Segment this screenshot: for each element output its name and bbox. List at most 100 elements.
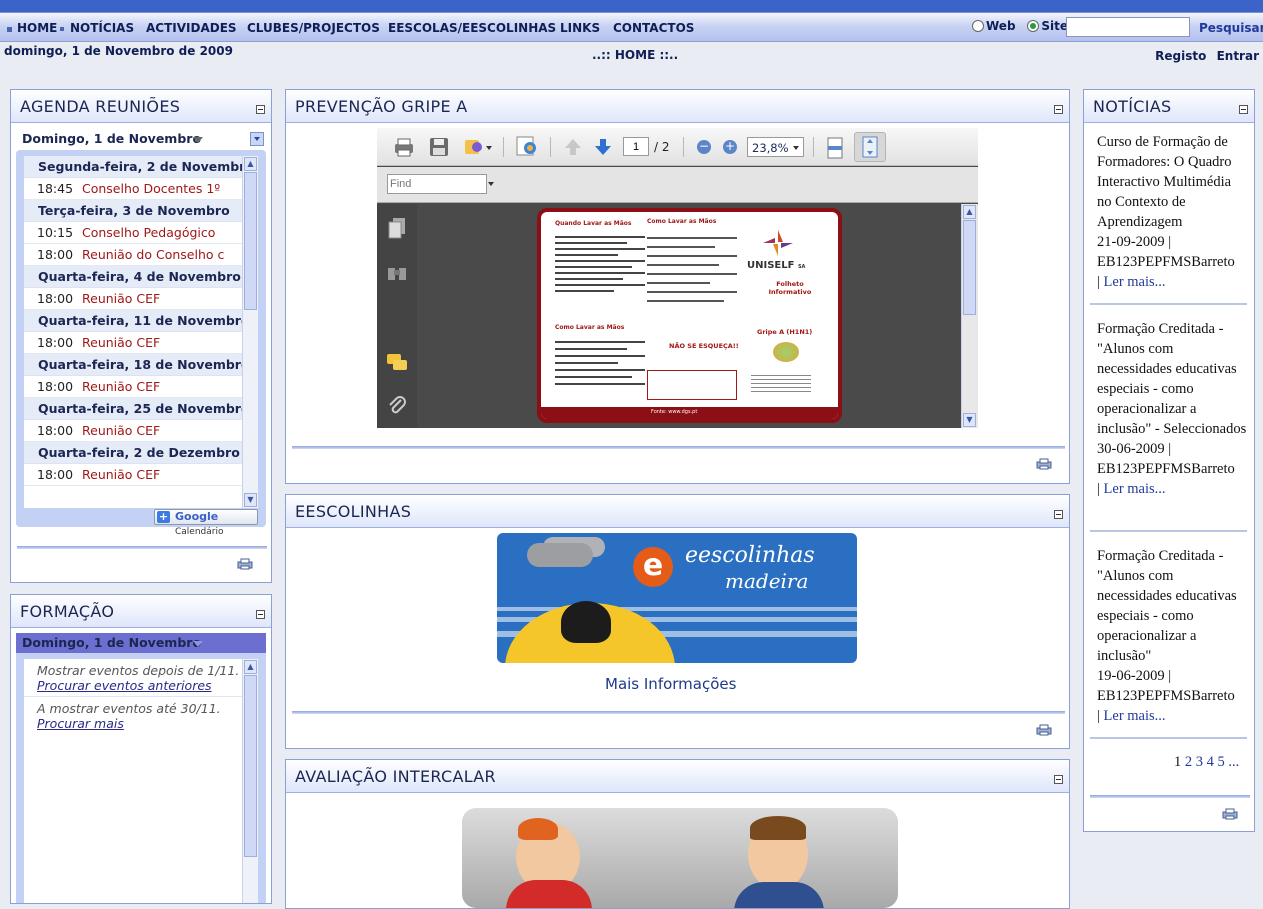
zoom-in-icon[interactable]: + bbox=[723, 140, 737, 154]
avaliacao-image bbox=[462, 808, 898, 908]
minimize-icon[interactable] bbox=[256, 105, 265, 114]
radio-site[interactable] bbox=[1027, 20, 1040, 32]
agenda-event-row[interactable]: 18:00 Reunião do Conselho c bbox=[24, 244, 258, 266]
pdf-sidebar bbox=[377, 204, 417, 428]
chevron-down-icon[interactable] bbox=[488, 182, 494, 186]
minimize-icon[interactable] bbox=[1054, 510, 1063, 519]
more-info-link[interactable]: Mais Informações bbox=[605, 675, 736, 693]
more-events-link[interactable]: Procurar mais bbox=[37, 716, 124, 731]
print-icon[interactable] bbox=[1036, 724, 1052, 736]
zoom-value: 23,8% bbox=[752, 141, 789, 155]
comment-icon[interactable] bbox=[385, 352, 409, 374]
page-link[interactable]: 5 bbox=[1218, 754, 1225, 770]
event-name[interactable]: Reunião do Conselho c bbox=[82, 247, 224, 262]
nav-noticias[interactable]: NOTÍCIAS bbox=[70, 21, 134, 35]
teacher-body bbox=[734, 882, 824, 908]
event-name[interactable]: Reunião CEF bbox=[82, 423, 160, 438]
nav-contactos[interactable]: CONTACTOS bbox=[613, 21, 694, 35]
search-button[interactable]: Pesquisar bbox=[1199, 21, 1263, 35]
formacao-scrollbar[interactable]: ▲ bbox=[242, 659, 258, 903]
event-name[interactable]: Reunião CEF bbox=[82, 467, 160, 482]
page-link[interactable]: ... bbox=[1228, 754, 1239, 770]
agenda-event-row[interactable]: 10:15 Conselho Pedagógico bbox=[24, 222, 258, 244]
share-icon[interactable] bbox=[463, 136, 493, 158]
page-link[interactable]: 4 bbox=[1207, 754, 1214, 770]
news-item: Formação Creditada - "Alunos com necessi… bbox=[1097, 548, 1237, 724]
nav-clubes-projectos[interactable]: CLUBES/PROJECTOS bbox=[247, 21, 380, 35]
print-icon[interactable] bbox=[393, 136, 415, 158]
radio-web[interactable] bbox=[972, 20, 984, 32]
read-more-link[interactable]: Ler mais... bbox=[1104, 481, 1166, 497]
arrow-up-icon[interactable] bbox=[563, 137, 583, 157]
agenda-event-row[interactable]: 18:00 Reunião CEF bbox=[24, 420, 258, 442]
news-title: Curso de Formação de Formadores: O Quadr… bbox=[1097, 134, 1232, 230]
agenda-scrollbar[interactable]: ▲ ▼ bbox=[242, 156, 258, 508]
eescolinhas-banner[interactable]: e eescolinhas madeira bbox=[497, 533, 857, 663]
nav-home[interactable]: HOME bbox=[17, 21, 57, 35]
scroll-thumb[interactable] bbox=[244, 675, 257, 857]
pages-icon[interactable] bbox=[387, 216, 407, 240]
pdf-scrollbar[interactable]: ▲ ▼ bbox=[961, 204, 978, 428]
scroll-down-icon[interactable]: ▼ bbox=[244, 493, 257, 507]
arrow-down-icon[interactable] bbox=[593, 137, 613, 157]
agenda-event-row[interactable]: 18:00 Reunião CEF bbox=[24, 376, 258, 398]
penguin-icon bbox=[561, 601, 611, 643]
login-link[interactable]: Entrar bbox=[1217, 49, 1259, 63]
read-more-link[interactable]: Ler mais... bbox=[1104, 274, 1166, 290]
find-input[interactable] bbox=[387, 174, 487, 194]
separator bbox=[292, 446, 1065, 449]
chevron-down-icon[interactable] bbox=[193, 137, 203, 143]
agenda-event-row[interactable]: 18:00 Reunião CEF bbox=[24, 332, 258, 354]
event-name[interactable]: Reunião CEF bbox=[82, 335, 160, 350]
minimize-icon[interactable] bbox=[1054, 775, 1063, 784]
agenda-event-row[interactable]: 18:00 Reunião CEF bbox=[24, 464, 258, 486]
news-author: EB123PEPFMSBarreto bbox=[1097, 688, 1235, 704]
pdf-viewer[interactable]: / 2 − + 23,8% Quando Lavar as Mãos bbox=[377, 128, 978, 428]
gripe-logo-icon bbox=[773, 342, 799, 362]
page-link[interactable]: 3 bbox=[1196, 754, 1203, 770]
scroll-thumb[interactable] bbox=[963, 220, 976, 315]
scroll-down-icon[interactable]: ▼ bbox=[963, 413, 976, 427]
binoculars-icon[interactable] bbox=[385, 264, 409, 284]
noticias-panel: NOTÍCIAS Curso de Formação de Formadores… bbox=[1083, 89, 1255, 832]
news-item: Curso de Formação de Formadores: O Quadr… bbox=[1097, 134, 1235, 290]
separator bbox=[1090, 795, 1250, 798]
scroll-up-icon[interactable]: ▲ bbox=[963, 205, 976, 219]
print-icon[interactable] bbox=[237, 558, 253, 570]
fit-page-button[interactable] bbox=[854, 132, 886, 162]
print-icon[interactable] bbox=[1222, 808, 1238, 820]
nav-links[interactable]: LINKS bbox=[560, 21, 600, 35]
zoom-out-icon[interactable]: − bbox=[697, 140, 711, 154]
fit-width-icon[interactable] bbox=[824, 136, 846, 160]
event-name[interactable]: Conselho Docentes 1º bbox=[82, 181, 220, 196]
scroll-up-icon[interactable]: ▲ bbox=[244, 660, 257, 674]
event-name[interactable]: Reunião CEF bbox=[82, 291, 160, 306]
register-link[interactable]: Registo bbox=[1155, 49, 1206, 63]
chevron-down-icon[interactable] bbox=[193, 641, 203, 647]
dropdown-button[interactable] bbox=[250, 132, 264, 146]
read-more-link[interactable]: Ler mais... bbox=[1104, 708, 1166, 724]
event-name[interactable]: Conselho Pedagógico bbox=[82, 225, 215, 240]
scroll-up-icon[interactable]: ▲ bbox=[244, 157, 257, 171]
earlier-events-link[interactable]: Procurar eventos anteriores bbox=[37, 678, 212, 693]
print-icon[interactable] bbox=[1036, 458, 1052, 470]
google-calendar-button[interactable]: + Google Calendário bbox=[154, 509, 258, 537]
page-number-input[interactable] bbox=[623, 137, 649, 156]
agenda-event-row[interactable]: 18:45 Conselho Docentes 1º bbox=[24, 178, 258, 200]
sign-icon[interactable] bbox=[514, 134, 540, 160]
nav-actividades[interactable]: ACTIVIDADES bbox=[146, 21, 237, 35]
search-input[interactable] bbox=[1066, 17, 1190, 37]
page-link[interactable]: 1 bbox=[1174, 754, 1181, 770]
page-link[interactable]: 2 bbox=[1185, 754, 1192, 770]
agenda-day-header: Quarta-feira, 18 de Novembro bbox=[24, 354, 258, 376]
minimize-icon[interactable] bbox=[1239, 105, 1248, 114]
minimize-icon[interactable] bbox=[256, 610, 265, 619]
minimize-icon[interactable] bbox=[1054, 105, 1063, 114]
nav-eescolas[interactable]: EESCOLAS/EESCOLINHAS bbox=[388, 21, 556, 35]
scroll-thumb[interactable] bbox=[244, 172, 257, 310]
event-name[interactable]: Reunião CEF bbox=[82, 379, 160, 394]
agenda-event-row[interactable]: 18:00 Reunião CEF bbox=[24, 288, 258, 310]
zoom-select[interactable]: 23,8% bbox=[747, 137, 804, 157]
attachment-icon[interactable] bbox=[387, 394, 407, 416]
save-icon[interactable] bbox=[428, 136, 450, 158]
